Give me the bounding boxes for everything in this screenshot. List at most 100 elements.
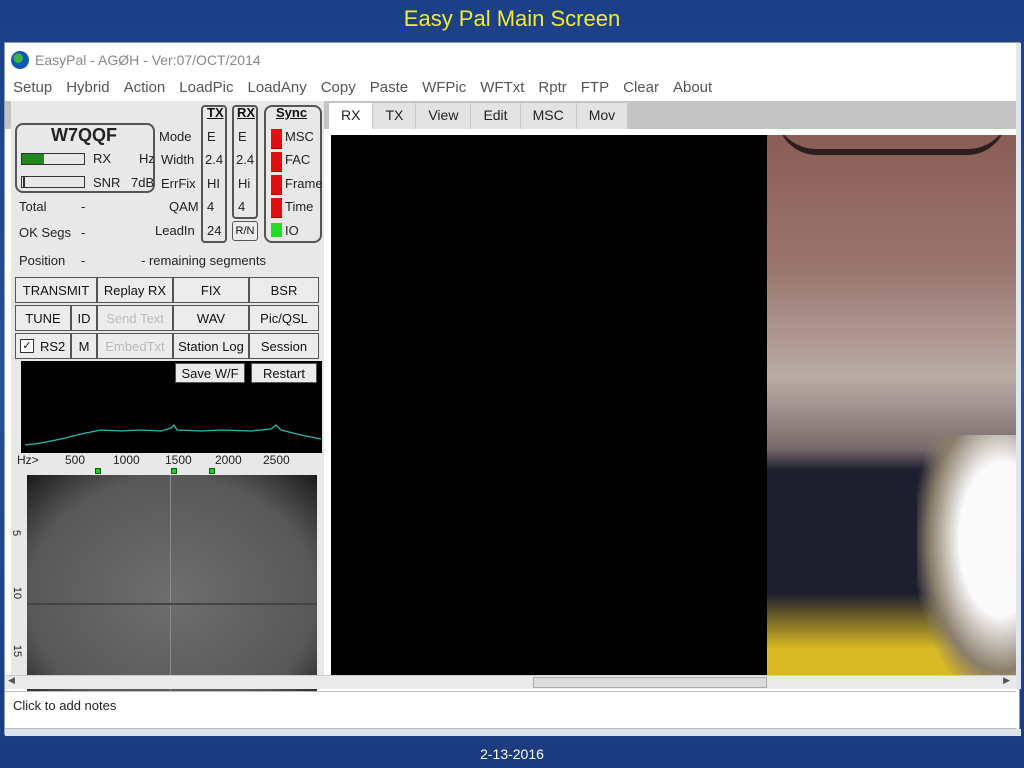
menu-bar: Setup Hybrid Action LoadPic LoadAny Copy… (13, 79, 726, 101)
m-button[interactable]: M (71, 333, 97, 359)
easypal-window: EasyPal - AGØH - Ver:07/OCT/2014 Setup H… (4, 42, 1021, 736)
position-label: Position (19, 253, 66, 268)
menu-copy[interactable]: Copy (321, 79, 356, 101)
param-label-errfix: ErrFix (161, 176, 196, 191)
id-button[interactable]: ID (71, 305, 97, 331)
oksegs-label: OK Segs (19, 225, 72, 240)
scrollbar-thumb[interactable] (533, 677, 767, 688)
tx-qam: 4 (207, 199, 215, 214)
menu-paste[interactable]: Paste (370, 79, 408, 101)
transmit-button[interactable]: TRANSMIT (15, 277, 97, 303)
menu-setup[interactable]: Setup (13, 79, 52, 101)
freq-tick-1000: 1000 (113, 453, 140, 467)
vertical-scrollbar[interactable] (1016, 43, 1021, 689)
total-label: Total (19, 199, 47, 214)
received-photo (767, 135, 1016, 675)
sync-label-time: Time (285, 199, 314, 214)
total-value: - (81, 199, 86, 214)
menu-hybrid[interactable]: Hybrid (66, 79, 109, 101)
rs2-toggle[interactable]: ✓ RS2 (15, 333, 71, 359)
sync-header: Sync (276, 105, 308, 120)
tab-tx[interactable]: TX (373, 103, 417, 129)
rx-errfix: Hi (238, 176, 251, 191)
rs2-label: RS2 (40, 338, 66, 354)
horizontal-scrollbar[interactable]: ◀ ▶ (5, 675, 1016, 689)
menu-wftxt[interactable]: WFTxt (480, 79, 524, 101)
rx-width: 2.4 (236, 152, 255, 167)
embed-txt-button[interactable]: EmbedTxt (97, 333, 173, 359)
snr-label: SNR (93, 175, 121, 190)
waterfall-time-5: 5 (10, 529, 23, 537)
menu-rptr[interactable]: Rptr (538, 79, 566, 101)
rx-mode: E (238, 129, 247, 144)
menu-wfpic[interactable]: WFPic (422, 79, 466, 101)
freq-marker-1[interactable] (95, 468, 101, 474)
tx-errfix: HI (207, 176, 220, 191)
view-tabs: RX TX View Edit MSC Mov (329, 103, 629, 129)
slide-title: Easy Pal Main Screen (403, 6, 621, 31)
control-panel: W7QQF RX Hz SNR 7dB Total - OK Segs - Po… (10, 101, 324, 717)
tx-mode: E (207, 129, 216, 144)
glasses-frame (777, 135, 1007, 155)
notes-field[interactable]: Click to add notes (5, 691, 1016, 729)
globe-icon (11, 51, 29, 69)
remaining-segments-label: - remaining segments (141, 253, 266, 268)
tab-rx[interactable]: RX (329, 103, 374, 129)
session-button[interactable]: Session (249, 333, 319, 359)
freq-tick-2500: 2500 (263, 453, 290, 467)
tab-msc[interactable]: MSC (520, 103, 577, 129)
freq-tick-500: 500 (65, 453, 86, 467)
status-bar (5, 729, 1021, 736)
menu-action[interactable]: Action (124, 79, 166, 101)
menu-loadany[interactable]: LoadAny (247, 79, 306, 101)
param-label-qam: QAM (169, 199, 199, 214)
tx-leadin: 24 (207, 223, 222, 238)
tab-mov[interactable]: Mov (576, 103, 629, 129)
sync-label-msc: MSC (285, 129, 314, 144)
sync-label-fac: FAC (285, 152, 311, 167)
rx-image-area (331, 135, 767, 675)
rx-label: RX (93, 151, 112, 166)
tx-header: TX (207, 105, 224, 120)
freq-marker-2[interactable] (171, 468, 177, 474)
menu-about[interactable]: About (673, 79, 712, 101)
sync-led-fac (271, 152, 282, 172)
rs2-checkbox[interactable]: ✓ (20, 339, 34, 353)
fix-button[interactable]: FIX (173, 277, 249, 303)
snr-level-bar (21, 176, 85, 188)
rx-unit: Hz (139, 151, 155, 166)
send-text-button[interactable]: Send Text (97, 305, 173, 331)
sync-led-frame (271, 175, 282, 195)
rx-level-bar (21, 153, 85, 165)
cat-fur (917, 435, 1016, 675)
freq-marker-3[interactable] (209, 468, 215, 474)
freq-axis-prefix: Hz> (17, 453, 39, 467)
restart-button[interactable]: Restart (251, 363, 317, 383)
param-label-mode: Mode (159, 129, 192, 144)
snr-value: 7dB (131, 175, 155, 190)
rx-header: RX (237, 105, 256, 120)
replay-rx-button[interactable]: Replay RX (97, 277, 173, 303)
tab-edit[interactable]: Edit (471, 103, 521, 129)
bsr-button[interactable]: BSR (249, 277, 319, 303)
wav-button[interactable]: WAV (173, 305, 249, 331)
slide-footer-date: 2-13-2016 (480, 746, 544, 762)
menu-clear[interactable]: Clear (623, 79, 659, 101)
tab-view[interactable]: View (416, 103, 472, 129)
tune-button[interactable]: TUNE (15, 305, 71, 331)
sync-label-frame: Frame (285, 176, 323, 191)
tx-width: 2.4 (205, 152, 224, 167)
spectrum-line (24, 423, 322, 446)
rn-button[interactable]: R/N (232, 221, 258, 241)
pic-qsl-button[interactable]: Pic/QSL (249, 305, 319, 331)
menu-loadpic[interactable]: LoadPic (179, 79, 233, 101)
menu-ftp[interactable]: FTP (581, 79, 609, 101)
sync-led-msc (271, 129, 282, 149)
waterfall-band (27, 603, 317, 605)
scroll-left-icon[interactable]: ◀ (8, 675, 15, 686)
save-wf-button[interactable]: Save W/F (175, 363, 245, 383)
scroll-right-icon[interactable]: ▶ (1003, 675, 1010, 686)
sync-label-io: IO (285, 223, 299, 238)
freq-tick-1500: 1500 (165, 453, 192, 467)
station-log-button[interactable]: Station Log (173, 333, 249, 359)
